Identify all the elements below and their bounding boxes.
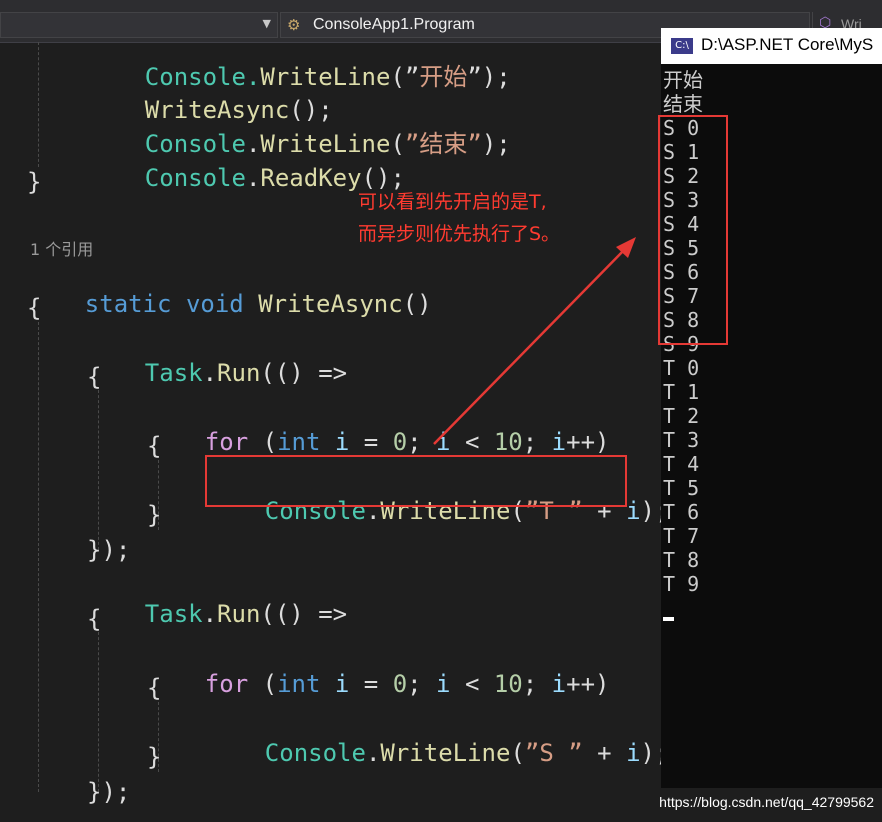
- arrow-line: [433, 245, 629, 445]
- annotation-arrow: [433, 237, 636, 445]
